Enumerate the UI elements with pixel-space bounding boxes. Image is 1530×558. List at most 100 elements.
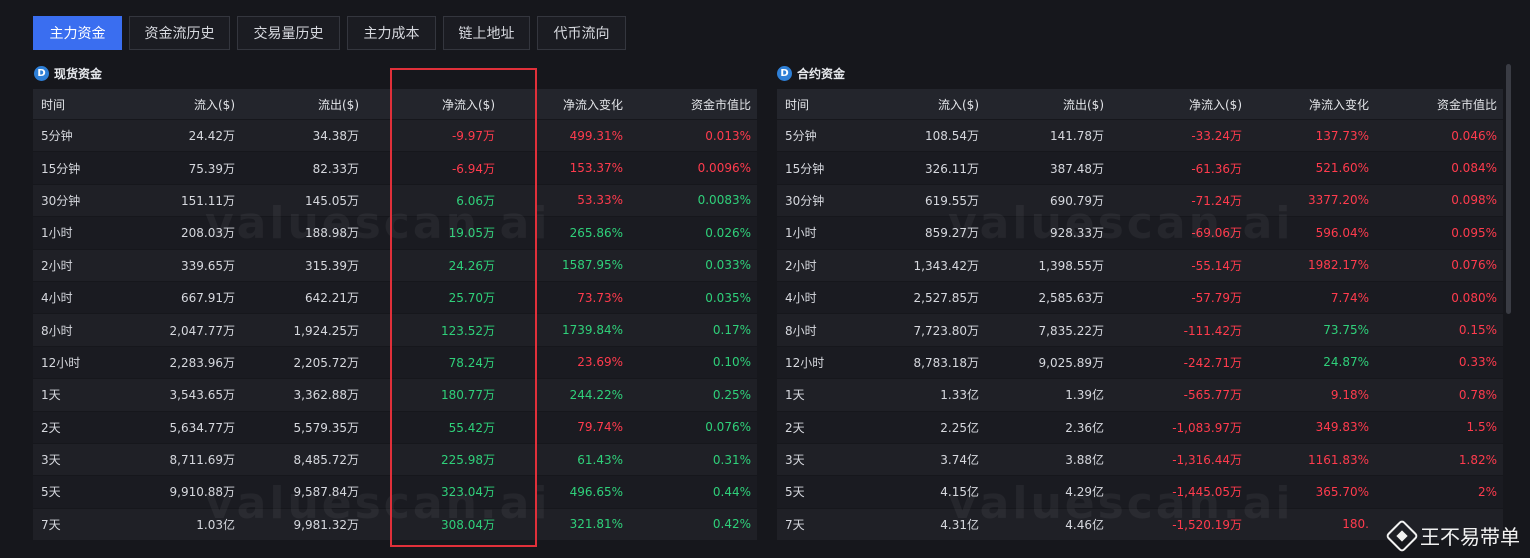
table-cell: -33.24万	[1191, 129, 1242, 144]
table-row: 8小时 2,047.77万 1,924.25万 123.52万 1739.84% 0.17…	[33, 314, 757, 347]
table-cell: 5,579.35万	[293, 420, 359, 435]
binance-logo-icon	[1385, 518, 1419, 553]
column-header[interactable]: 时间	[777, 96, 873, 113]
table-cell: 2,283.96万	[169, 355, 235, 370]
table-cell: 15分钟	[41, 161, 81, 176]
table-cell: 667.91万	[181, 291, 235, 306]
table-cell: 0.026%	[705, 225, 751, 240]
futures-title-text: 合约资金	[797, 66, 846, 81]
table-cell: 78.24万	[448, 355, 495, 370]
table-cell: 642.21万	[305, 291, 359, 306]
column-header[interactable]: 净流入变化	[501, 96, 629, 113]
tab-main-funds[interactable]: 主力资金	[33, 16, 122, 50]
table-cell: 137.73%	[1315, 128, 1369, 143]
table-cell: 123.52万	[441, 323, 495, 338]
table-cell: -111.42万	[1183, 323, 1242, 338]
table-cell: 1天	[41, 388, 61, 403]
table-cell: 339.65万	[181, 258, 235, 273]
dash-coin-icon: D	[777, 65, 792, 81]
tab-main-cost[interactable]: 主力成本	[347, 16, 436, 50]
table-cell: 1.39亿	[1065, 388, 1104, 403]
table-cell: 25.70万	[448, 291, 495, 306]
table-cell: 225.98万	[441, 453, 495, 468]
tab-volume-history[interactable]: 交易量历史	[237, 16, 340, 50]
table-row: 5分钟 108.54万 141.78万 -33.24万 137.73% 0.046%	[777, 120, 1503, 153]
table-cell: 1小时	[785, 226, 817, 241]
table-cell: 326.11万	[925, 161, 979, 176]
table-cell: 8,783.18万	[913, 355, 979, 370]
table-cell: 2.25亿	[940, 420, 979, 435]
tab-onchain-address[interactable]: 链上地址	[443, 16, 530, 50]
table-cell: 1小时	[41, 226, 73, 241]
table-cell: 0.15%	[1458, 323, 1497, 338]
table-cell: 8小时	[785, 323, 817, 338]
scrollbar[interactable]	[1506, 64, 1511, 314]
table-cell: 349.83%	[1315, 420, 1369, 435]
table-cell: 0.076%	[1451, 258, 1497, 273]
table-cell: 7,723.80万	[913, 323, 979, 338]
table-cell: 7天	[41, 517, 61, 532]
table-cell: 0.25%	[712, 387, 751, 402]
table-cell: 75.39万	[188, 161, 235, 176]
table-cell: 24.26万	[448, 258, 495, 273]
table-cell: 73.73%	[577, 290, 623, 305]
table-cell: 2,527.85万	[913, 291, 979, 306]
table-cell: 24.42万	[188, 129, 235, 144]
tab-fund-flow-history[interactable]: 资金流历史	[129, 16, 230, 50]
table-cell: -6.94万	[451, 161, 495, 176]
table-cell: 0.046%	[1451, 128, 1497, 143]
column-header[interactable]: 流入($)	[873, 96, 985, 113]
watermark: valuescan.ai	[948, 198, 1294, 249]
table-cell: 1.33亿	[940, 388, 979, 403]
table-cell: 387.48万	[1050, 161, 1104, 176]
table-cell: 141.78万	[1050, 129, 1104, 144]
table-cell: -57.79万	[1191, 291, 1242, 306]
table-cell: 8小时	[41, 323, 73, 338]
table-cell: 2天	[785, 420, 805, 435]
table-row: 2小时 339.65万 315.39万 24.26万 1587.95% 0.033%	[33, 249, 757, 282]
table-cell: 79.74%	[577, 420, 623, 435]
table-cell: 4小时	[785, 291, 817, 306]
table-row: 15分钟 75.39万 82.33万 -6.94万 153.37% 0.0096%	[33, 152, 757, 185]
spot-title-text: 现货资金	[54, 66, 103, 81]
column-header[interactable]: 净流入($)	[1110, 96, 1248, 113]
table-cell: 2,205.72万	[293, 355, 359, 370]
table-cell: 108.54万	[925, 129, 979, 144]
table-cell: 8,711.69万	[169, 453, 235, 468]
table-cell: -1,316.44万	[1172, 453, 1242, 468]
column-header[interactable]: 流出($)	[241, 96, 365, 113]
table-cell: 1587.95%	[561, 258, 623, 273]
column-header[interactable]: 流出($)	[985, 96, 1110, 113]
table-cell: 2.36亿	[1065, 420, 1104, 435]
table-cell: 1,398.55万	[1038, 258, 1104, 273]
table-cell: 2%	[1477, 484, 1497, 499]
table-cell: 0.098%	[1451, 193, 1497, 208]
table-cell: 61.43%	[577, 452, 623, 467]
table-header-row: 时间 流入($) 流出($) 净流入($) 净流入变化 资金市值比	[33, 89, 757, 120]
column-header[interactable]: 净流入($)	[365, 96, 501, 113]
table-cell: 3.74亿	[940, 453, 979, 468]
column-header[interactable]: 净流入变化	[1248, 96, 1375, 113]
table-cell: 7.74%	[1330, 290, 1369, 305]
table-row: 3天 8,711.69万 8,485.72万 225.98万 61.43% 0.31%	[33, 443, 757, 477]
tab-token-flow[interactable]: 代币流向	[537, 16, 626, 50]
table-cell: 5天	[41, 485, 61, 500]
table-cell: 3.88亿	[1065, 453, 1104, 468]
table-cell: 30分钟	[41, 193, 81, 208]
table-cell: 1,343.42万	[913, 258, 979, 273]
column-header[interactable]: 时间	[33, 96, 115, 113]
table-cell: 0.080%	[1451, 290, 1497, 305]
table-cell: 8,485.72万	[293, 453, 359, 468]
column-header[interactable]: 资金市值比	[1375, 96, 1503, 113]
table-cell: 9,025.89万	[1038, 355, 1104, 370]
table-cell: 82.33万	[312, 161, 359, 176]
column-header[interactable]: 流入($)	[115, 96, 241, 113]
table-row: 5分钟 24.42万 34.38万 -9.97万 499.31% 0.013%	[33, 120, 757, 153]
futures-section-title: D 合约资金	[777, 64, 845, 82]
table-cell: -55.14万	[1191, 258, 1242, 273]
table-cell: 24.87%	[1323, 355, 1369, 370]
table-cell: 34.38万	[312, 129, 359, 144]
table-cell: 2天	[41, 420, 61, 435]
table-header-row: 时间 流入($) 流出($) 净流入($) 净流入变化 资金市值比	[777, 89, 1503, 120]
column-header[interactable]: 资金市值比	[629, 96, 757, 113]
